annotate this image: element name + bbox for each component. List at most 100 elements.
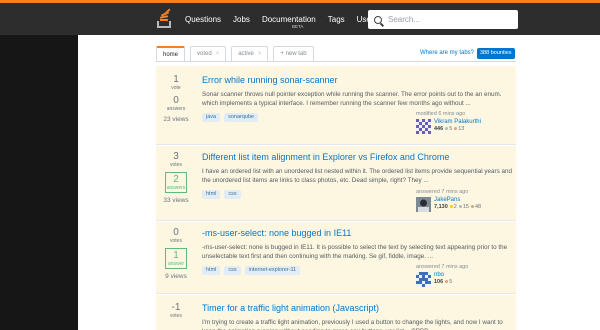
user-reputation: 446 5 13: [434, 126, 481, 133]
where-are-my-tabs-link[interactable]: Where are my tabs?: [420, 50, 474, 56]
tag-css[interactable]: css: [224, 190, 241, 199]
vote-label: vote: [171, 85, 181, 91]
bronze-badge-icon: [445, 280, 449, 283]
bronze-badge-count: 5: [449, 279, 453, 285]
user-name-link[interactable]: Vikram Palakurthi: [434, 119, 481, 126]
tag-html[interactable]: html: [202, 190, 221, 199]
stack-overflow-logo-icon[interactable]: [155, 8, 175, 30]
question-title-link[interactable]: Timer for a traffic light animation (Jav…: [202, 303, 512, 313]
beta-label: BETA: [291, 23, 304, 29]
vote-count: 3: [173, 151, 179, 162]
vote-label: votes: [170, 313, 182, 319]
left-sidebar-band: [0, 35, 78, 330]
tab-home-label: home: [163, 51, 179, 58]
question-summary: Error while running sonar-scanner Sonar …: [202, 75, 512, 134]
question-row: 0 votes 1 answer 9 views -ms-user-select…: [156, 222, 516, 294]
search-icon: [374, 15, 382, 24]
user-name-link[interactable]: JakePans: [434, 197, 481, 204]
nav-documentation-label: Documentation: [261, 14, 316, 24]
answer-count: 0: [173, 95, 179, 106]
question-title-link[interactable]: Different list item alignment in Explore…: [202, 152, 512, 162]
answer-label: answers: [166, 106, 186, 112]
answer-count: 2: [173, 174, 179, 185]
tag-html[interactable]: html: [202, 266, 221, 275]
bronze-badge-icon: [470, 205, 474, 208]
reputation-score: 446: [434, 126, 444, 132]
reputation-score: 7,130: [434, 204, 448, 210]
answer-label: answer: [167, 261, 185, 267]
tab-active[interactable]: active ×: [231, 46, 269, 61]
question-owner: answered 7 mins ago JakePans 7,130 2 15 48: [416, 189, 506, 212]
question-summary: -ms-user-select: none bugged in IE11 -ms…: [202, 228, 512, 287]
answered-box: 2 answers: [165, 172, 187, 193]
question-tabs: home voted × active × + new tab: [156, 46, 319, 61]
bronze-badge-icon: [454, 127, 458, 130]
question-owner: modified 6 mins ago Vikram Palakurthi 44…: [416, 111, 506, 134]
tag-css[interactable]: css: [224, 266, 241, 275]
nav-tags[interactable]: Tags: [328, 15, 345, 24]
vote-label: votes: [170, 238, 182, 244]
vote-label: votes: [170, 162, 182, 168]
bronze-badge-count: 48: [474, 204, 482, 210]
owner-action-time[interactable]: answered 7 mins ago: [416, 189, 506, 195]
new-tab-label: + new tab: [280, 51, 307, 57]
question-row: 3 votes 2 answers 33 views Different lis…: [156, 146, 516, 221]
owner-action-time[interactable]: answered 7 mins ago: [416, 264, 506, 270]
gold-badge-count: 2: [453, 204, 457, 210]
answer-count: 1: [173, 250, 179, 261]
avatar[interactable]: [416, 119, 431, 134]
silver-badge-count: 15: [462, 204, 469, 210]
question-title-link[interactable]: Error while running sonar-scanner: [202, 75, 512, 85]
owner-action-time[interactable]: modified 6 mins ago: [416, 111, 506, 117]
question-row: 1 vote 0 answers 23 views Error while ru…: [156, 66, 516, 145]
avatar[interactable]: [416, 197, 431, 212]
question-row: -1 votes Timer for a traffic light anima…: [156, 295, 516, 330]
tab-divider: [156, 61, 516, 62]
question-excerpt: I'm trying to create a traffic light ani…: [202, 319, 503, 330]
search-input[interactable]: [388, 15, 508, 24]
question-stats: -1 votes: [156, 302, 196, 323]
gold-badge-icon: [449, 205, 453, 208]
tab-voted[interactable]: voted ×: [190, 46, 227, 61]
user-reputation: 7,130 2 15 48: [434, 204, 481, 211]
tag-internet-explorer-11[interactable]: internet-explorer-11: [244, 266, 301, 275]
view-count: 9 views: [165, 273, 187, 280]
new-tab-button[interactable]: + new tab: [273, 46, 314, 61]
vote-count: 1: [173, 74, 179, 85]
bronze-badge-count: 13: [458, 126, 465, 132]
vote-count: 0: [173, 227, 179, 238]
bounties-badge[interactable]: 388 bounties: [477, 48, 515, 59]
question-summary: Timer for a traffic light animation (Jav…: [202, 303, 512, 330]
question-owner: answered 7 mins ago nbo 106 5: [416, 264, 506, 287]
close-icon[interactable]: ×: [258, 47, 262, 61]
view-count: 33 views: [163, 197, 189, 204]
question-summary: Different list item alignment in Explore…: [202, 152, 513, 212]
silver-badge-icon: [445, 127, 449, 130]
user-name-link[interactable]: nbo: [434, 272, 452, 279]
answered-box: 1 answer: [165, 248, 187, 269]
question-excerpt: I have an ordered list with an unordered…: [202, 168, 513, 184]
question-stats: 1 vote 0 answers 23 views: [156, 74, 196, 123]
question-excerpt: Sonar scanner throws null pointer except…: [202, 91, 502, 107]
silver-badge-count: 5: [449, 126, 453, 132]
avatar[interactable]: [416, 272, 431, 287]
answer-label: answers: [166, 185, 186, 191]
search-box[interactable]: [368, 10, 518, 29]
tab-home[interactable]: home: [156, 46, 186, 61]
user-reputation: 106 5: [434, 279, 452, 286]
question-title-link[interactable]: -ms-user-select: none bugged in IE11: [202, 228, 512, 238]
silver-badge-icon: [458, 205, 462, 208]
question-stats: 0 votes 1 answer 9 views: [156, 227, 196, 280]
tab-voted-label: voted: [197, 51, 212, 57]
question-stats: 3 votes 2 answers 33 views: [156, 151, 196, 204]
nav-jobs[interactable]: Jobs: [233, 15, 250, 24]
nav-questions[interactable]: Questions: [185, 15, 221, 24]
nav-documentation[interactable]: Documentation BETA: [261, 14, 316, 29]
question-excerpt: -ms-user-select: none is bugged in IE11.…: [202, 244, 508, 260]
tag-sonarqube[interactable]: sonarqube: [224, 113, 259, 122]
vote-count: -1: [171, 302, 181, 313]
close-icon[interactable]: ×: [216, 47, 220, 61]
tag-java[interactable]: java: [202, 113, 221, 122]
view-count: 23 views: [163, 116, 189, 123]
reputation-score: 106: [434, 279, 444, 285]
